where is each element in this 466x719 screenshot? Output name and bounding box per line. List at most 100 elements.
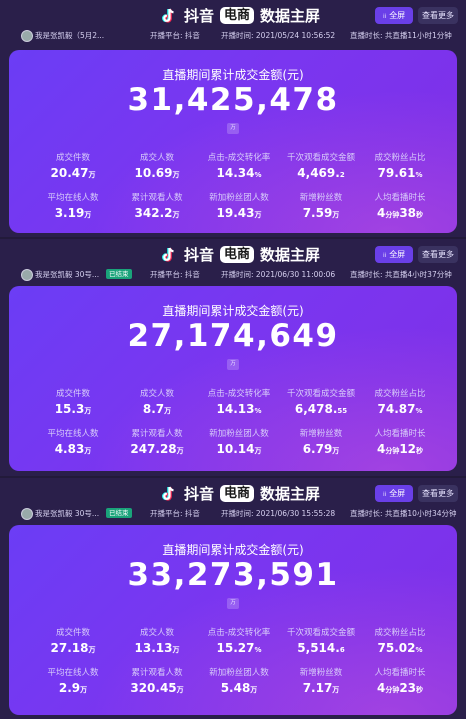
- total-sales-label: 直播期间累计成交金额(元): [162, 304, 304, 318]
- stat-number: 27.18: [50, 641, 89, 655]
- douyin-note-icon: [160, 485, 178, 503]
- stat-label: 新加粉丝团人数: [209, 429, 269, 439]
- stat-value: 4,469.2: [276, 166, 366, 180]
- dashboard-panel-1: 抖音 电商 数据主屏 ⁞⁞ 全屏 查看更多 我是张凯毅（5月2... 开播平台:…: [0, 0, 466, 237]
- stat-label: 人均看播时长: [374, 429, 426, 439]
- stat-item: 新加粉丝团人数 5.48万: [194, 666, 284, 695]
- anchor-name[interactable]: 我是张凯毅 30号...: [35, 269, 99, 280]
- stat-number: 6,478.: [294, 402, 338, 416]
- stat-value: 27.18万: [28, 641, 118, 655]
- start-time: 开播时间: 2021/05/24 10:56:52: [221, 31, 336, 40]
- stat-label: 新增粉丝数: [299, 193, 343, 203]
- stat-value: 3.19万: [28, 206, 118, 220]
- unit-tag: 万: [227, 123, 239, 134]
- stat-unit: 秒: [416, 447, 424, 455]
- fullscreen-button[interactable]: ⁞⁞ 全屏: [375, 7, 413, 24]
- stat-unit: 万: [84, 211, 92, 219]
- stat-value: 74.87%: [355, 402, 445, 416]
- stat-label: 千次观看成交金额: [286, 628, 355, 638]
- sales-card: 直播期间累计成交金额(元) 31,425,478 万 成交件数 20.47万 成交…: [9, 50, 457, 233]
- stat-value: 19.43万: [194, 206, 284, 220]
- view-more-button[interactable]: 查看更多: [418, 246, 458, 263]
- stat-unit: 2: [339, 171, 345, 179]
- stat-label: 累计观看人数: [131, 668, 183, 678]
- brand-logo: 抖音 电商 数据主屏: [160, 483, 320, 504]
- fullscreen-button[interactable]: ⁞⁞ 全屏: [375, 485, 413, 502]
- grid-icon: ⁞⁞: [382, 13, 387, 20]
- stat-value: 5,514.6: [276, 641, 366, 655]
- stat-number: 19.43: [216, 206, 255, 220]
- stat-value: 79.61%: [355, 166, 445, 180]
- view-more-button[interactable]: 查看更多: [418, 485, 458, 502]
- avatar: [21, 508, 33, 520]
- stat-item: 累计观看人数 247.28万: [112, 427, 202, 456]
- brand-text: 抖音: [184, 7, 215, 25]
- start-time: 开播时间: 2021/06/30 15:55:28: [221, 509, 336, 518]
- grid-icon: ⁞⁞: [382, 252, 387, 259]
- stat-label: 新加粉丝团人数: [209, 668, 269, 678]
- stat-item: 点击-成交转化率 14.34%: [194, 151, 284, 180]
- stat-unit: %: [254, 407, 262, 415]
- stat-number: 342.2: [134, 206, 173, 220]
- stat-number: 5.48: [220, 681, 251, 695]
- stat-number: 247.28: [130, 442, 177, 456]
- stat-unit: %: [415, 171, 423, 179]
- top-bar: 抖音 电商 数据主屏 ⁞⁞ 全屏 查看更多: [0, 0, 466, 28]
- stat-value: 342.2万: [112, 206, 202, 220]
- stat-label: 千次观看成交金额: [286, 153, 355, 163]
- stat-unit: 秒: [416, 686, 424, 694]
- stat-value: 4分钟23秒: [355, 681, 445, 695]
- stat-value: 20.47万: [28, 166, 118, 180]
- duration-info: 直播时长: 共直播11小时1分钟: [350, 31, 452, 40]
- sales-card: 直播期间累计成交金额(元) 27,174,649 万 成交件数 15.3万 成交人…: [9, 286, 457, 471]
- stat-item: 人均看播时长 4分钟38秒: [355, 191, 445, 220]
- total-sales-label: 直播期间累计成交金额(元): [162, 543, 304, 557]
- stat-item: 累计观看人数 320.45万: [112, 666, 202, 695]
- stat-value: 247.28万: [112, 442, 202, 456]
- stat-unit: 万: [254, 211, 262, 219]
- platform-info: 开播平台: 抖音: [150, 509, 200, 518]
- stat-value: 15.3万: [28, 402, 118, 416]
- stat-unit: 万: [250, 686, 258, 694]
- brand-logo: 抖音 电商 数据主屏: [160, 5, 320, 26]
- anchor-name[interactable]: 我是张凯毅 30号...: [35, 508, 99, 519]
- stat-unit: 分钟: [385, 211, 400, 219]
- stat-item: 新加粉丝团人数 10.14万: [194, 427, 284, 456]
- anchor-name[interactable]: 我是张凯毅（5月2...: [35, 30, 104, 41]
- stat-unit: 分钟: [385, 447, 400, 455]
- stat-number: 4.83: [54, 442, 85, 456]
- brand-badge: 电商: [220, 485, 255, 502]
- stat-number: 7.59: [302, 206, 333, 220]
- stat-unit: 万: [332, 686, 340, 694]
- stat-label: 累计观看人数: [131, 429, 183, 439]
- stat-item: 平均在线人数 2.9万: [28, 666, 118, 695]
- stat-number: 6.79: [302, 442, 333, 456]
- stat-value: 2.9万: [28, 681, 118, 695]
- info-bar: 我是张凯毅 30号... 已结束 开播平台: 抖音 开播时间: 2021/06/…: [0, 506, 466, 522]
- brand-badge: 电商: [220, 246, 255, 263]
- fullscreen-button[interactable]: ⁞⁞ 全屏: [375, 246, 413, 263]
- stat-label: 成交件数: [55, 153, 90, 163]
- brand-badge: 电商: [220, 7, 255, 24]
- stat-value: 10.14万: [194, 442, 284, 456]
- view-more-button[interactable]: 查看更多: [418, 7, 458, 24]
- stat-label: 平均在线人数: [47, 193, 99, 203]
- brand-title: 数据主屏: [260, 485, 321, 503]
- stat-unit: 万: [88, 171, 96, 179]
- stat-label: 累计观看人数: [131, 193, 183, 203]
- stat-unit: %: [254, 171, 262, 179]
- stat-number: 320.45: [130, 681, 177, 695]
- stat-value: 320.45万: [112, 681, 202, 695]
- stat-label: 点击-成交转化率: [207, 628, 271, 638]
- stat-unit: 万: [332, 211, 340, 219]
- stat-item: 新增粉丝数 6.79万: [276, 427, 366, 456]
- stat-label: 人均看播时长: [374, 193, 426, 203]
- stat-number: 4,469.: [297, 166, 340, 180]
- stat-label: 成交人数: [139, 389, 174, 399]
- stat-number: 15.27: [216, 641, 255, 655]
- duration-info: 直播时长: 共直播10小时34分钟: [350, 509, 457, 518]
- stat-number: 5,514.: [297, 641, 340, 655]
- stat-number: 12: [399, 442, 417, 456]
- stat-unit: 万: [172, 171, 180, 179]
- top-bar: 抖音 电商 数据主屏 ⁞⁞ 全屏 查看更多: [0, 478, 466, 506]
